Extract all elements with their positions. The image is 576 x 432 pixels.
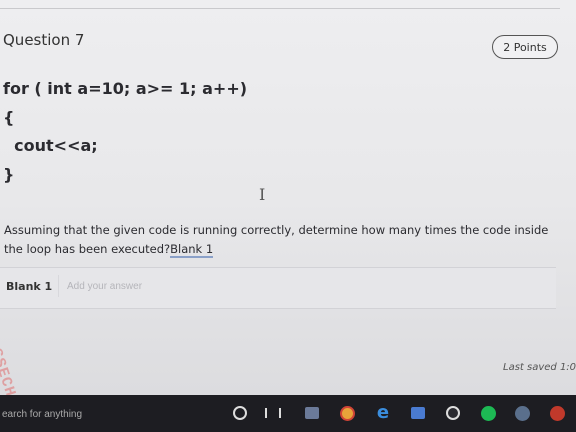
task-view-icon[interactable] xyxy=(264,404,282,422)
forms-page: Question 7 2 Points for ( int a=10; a>= … xyxy=(0,0,576,399)
top-divider xyxy=(0,8,560,9)
spotify-icon[interactable] xyxy=(479,404,497,422)
question-prompt: Assuming that the given code is running … xyxy=(4,221,549,259)
watermark: LHCSSECH xyxy=(0,318,19,400)
taskbar-search[interactable]: earch for anything xyxy=(0,403,216,425)
store-icon[interactable] xyxy=(409,404,427,422)
taskbar: earch for anything e xyxy=(0,395,576,432)
globe-icon[interactable] xyxy=(513,404,531,422)
text-cursor-icon: I xyxy=(259,185,266,204)
file-explorer-icon[interactable] xyxy=(303,404,321,422)
points-badge: 2 Points xyxy=(492,35,558,59)
question-title: Question 7 xyxy=(3,31,85,49)
blank-label: Blank 1 xyxy=(6,280,53,293)
edge-icon[interactable]: e xyxy=(374,404,392,422)
answer-input[interactable] xyxy=(58,275,565,297)
camera-icon[interactable] xyxy=(444,404,462,422)
cortana-icon[interactable] xyxy=(231,404,249,422)
app-icon[interactable] xyxy=(548,404,566,422)
code-line-1: for ( int a=10; a>= 1; a++) xyxy=(3,79,248,98)
prompt-text: Assuming that the given code is running … xyxy=(4,223,549,256)
blank-reference[interactable]: Blank 1 xyxy=(170,242,214,258)
code-line-2: { xyxy=(3,108,15,127)
chrome-icon[interactable] xyxy=(338,404,356,422)
code-line-3: cout<<a; xyxy=(3,136,98,155)
last-saved-status: Last saved 1:07:4 xyxy=(503,362,576,373)
taskbar-search-text: earch for anything xyxy=(2,408,83,420)
code-line-4: } xyxy=(3,165,15,184)
